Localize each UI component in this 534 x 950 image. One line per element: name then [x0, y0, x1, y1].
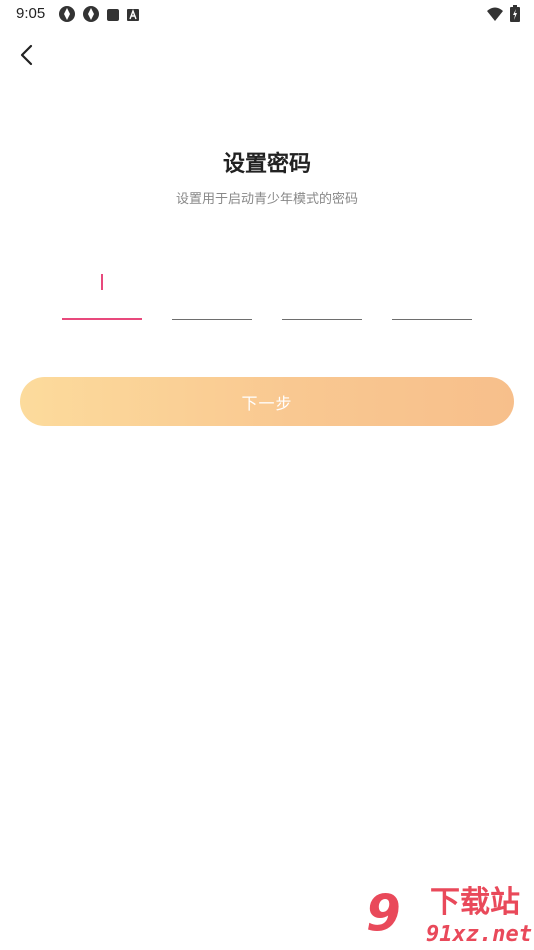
page-subtitle: 设置用于启动青少年模式的密码: [175, 192, 358, 207]
back-button[interactable]: [10, 40, 44, 74]
next-step-button[interactable]: 下一步: [20, 377, 514, 426]
pin-digit-2[interactable]: [172, 270, 252, 320]
watermark-brand-bottom: 91xz.net: [426, 922, 532, 947]
chevron-left-icon: [19, 44, 35, 70]
font-a-icon: [126, 7, 140, 26]
pin-input-row[interactable]: [62, 270, 472, 322]
pin-underline: [392, 319, 472, 320]
status-time: 9:05: [16, 5, 46, 22]
next-step-label: 下一步: [241, 393, 293, 413]
status-icons-right: [486, 5, 520, 26]
aperture-icon: [58, 5, 76, 27]
pin-underline: [172, 319, 252, 320]
status-icons-left: [58, 5, 140, 27]
aperture-icon: [82, 5, 100, 27]
watermark-logo: 9 下载站 91xz.net: [360, 888, 534, 950]
pin-digit-3[interactable]: [282, 270, 362, 320]
page-title: 设置密码: [222, 152, 311, 177]
text-cursor: [101, 274, 103, 290]
status-bar: 9:05: [0, 0, 534, 28]
pin-underline: [282, 319, 362, 320]
battery-charging-icon: [510, 5, 520, 26]
watermark-brand-top: 下载站: [430, 885, 520, 920]
pin-underline-active: [62, 318, 142, 320]
watermark-glyph: 9: [366, 884, 401, 942]
pin-digit-1[interactable]: [62, 270, 142, 320]
pin-digit-4[interactable]: [392, 270, 472, 320]
square-icon: [106, 7, 120, 26]
wifi-icon: [486, 6, 504, 26]
